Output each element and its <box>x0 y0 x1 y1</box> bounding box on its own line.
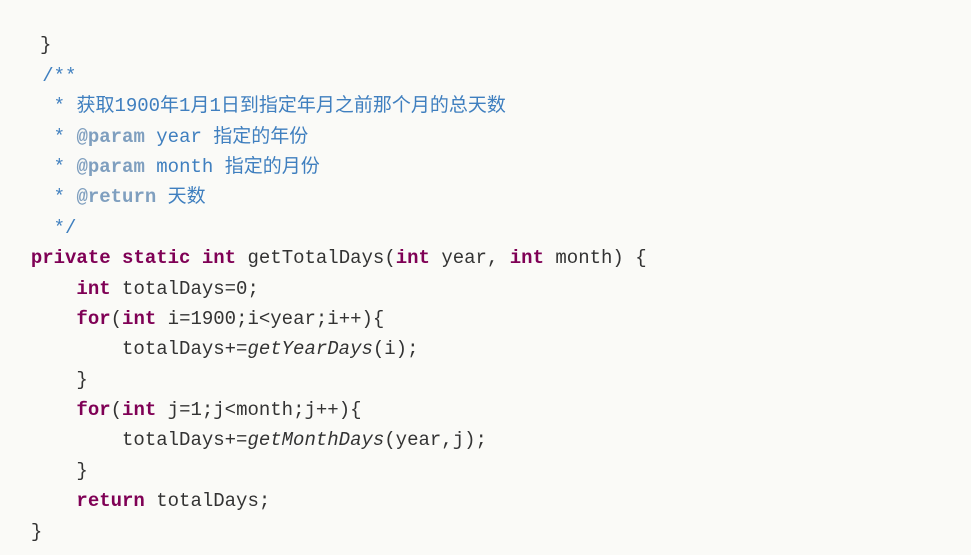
kw-int-p1: int <box>396 247 430 269</box>
jd-star3: * <box>42 156 76 178</box>
jd-desc1: 指定的年份 <box>213 126 308 148</box>
line-fn-close: } <box>8 521 42 543</box>
fn-close-brace: } <box>31 521 42 543</box>
kw-for2: for <box>76 399 110 421</box>
jd-star2: * <box>42 126 76 148</box>
kw-return: return <box>76 490 144 512</box>
jd-tag-param2: @param <box>76 156 144 178</box>
jd-desc3: 天数 <box>156 186 205 208</box>
line-for2-close: } <box>8 460 88 482</box>
jd-param2: month <box>145 156 225 178</box>
jd-desc2: 指定的月份 <box>225 156 320 178</box>
p2-name: month) { <box>544 247 647 269</box>
fn-name: getTotalDays( <box>236 247 396 269</box>
for2-body-a: totalDays+= <box>31 429 248 451</box>
kw-int-decl: int <box>76 278 110 300</box>
javadoc-line-3: * @param month 指定的月份 <box>8 156 320 178</box>
for2-open: ( <box>111 399 122 421</box>
line-decl: int totalDays=0; <box>8 278 259 300</box>
kw-int-i: int <box>122 308 156 330</box>
kw-static: static <box>122 247 190 269</box>
line-for2: for(int j=1;j<month;j++){ <box>8 399 362 421</box>
jd-param1: year <box>145 126 213 148</box>
javadoc-open: /** <box>8 65 76 87</box>
method-signature: private static int getTotalDays(int year… <box>8 247 647 269</box>
for1-open: ( <box>111 308 122 330</box>
line-for1: for(int i=1900;i<year;i++){ <box>8 308 384 330</box>
jd-close: */ <box>42 217 76 239</box>
kw-private: private <box>31 247 111 269</box>
jd-tag-param1: @param <box>76 126 144 148</box>
jd-star4: * <box>42 186 76 208</box>
for2-close: } <box>31 460 88 482</box>
line-stray-brace: } <box>8 34 51 56</box>
call-getYearDays: getYearDays <box>247 338 372 360</box>
line-for2-body: totalDays+=getMonthDays(year,j); <box>8 429 487 451</box>
kw-int-p2: int <box>510 247 544 269</box>
jd-tag-return: @return <box>76 186 156 208</box>
line-for1-body: totalDays+=getYearDays(i); <box>8 338 418 360</box>
javadoc-line-2: * @param year 指定的年份 <box>8 126 308 148</box>
javadoc-close: */ <box>8 217 76 239</box>
for1-close: } <box>31 369 88 391</box>
javadoc-line-4: * @return 天数 <box>8 186 206 208</box>
for2-init: j=1;j<month;j++){ <box>156 399 361 421</box>
line-for1-close: } <box>8 369 88 391</box>
call-getMonthDays: getMonthDays <box>247 429 384 451</box>
kw-int-j: int <box>122 399 156 421</box>
p1-name: year, <box>430 247 510 269</box>
jd-text1: 获取1900年1月1日到指定年月之前那个月的总天数 <box>76 95 505 117</box>
code-block: } /** * 获取1900年1月1日到指定年月之前那个月的总天数 * @par… <box>0 0 971 555</box>
kw-for1: for <box>76 308 110 330</box>
kw-int-ret: int <box>202 247 236 269</box>
for1-body-a: totalDays+= <box>31 338 248 360</box>
line-return: return totalDays; <box>8 490 270 512</box>
for1-init: i=1900;i<year;i++){ <box>156 308 384 330</box>
for2-body-b: (year,j); <box>384 429 487 451</box>
ret-tail: totalDays; <box>145 490 270 512</box>
jd-star1: * <box>42 95 76 117</box>
for1-body-b: (i); <box>373 338 419 360</box>
javadoc-line-1: * 获取1900年1月1日到指定年月之前那个月的总天数 <box>8 95 506 117</box>
decl-tail: totalDays=0; <box>111 278 259 300</box>
jd-open: /** <box>42 65 76 87</box>
